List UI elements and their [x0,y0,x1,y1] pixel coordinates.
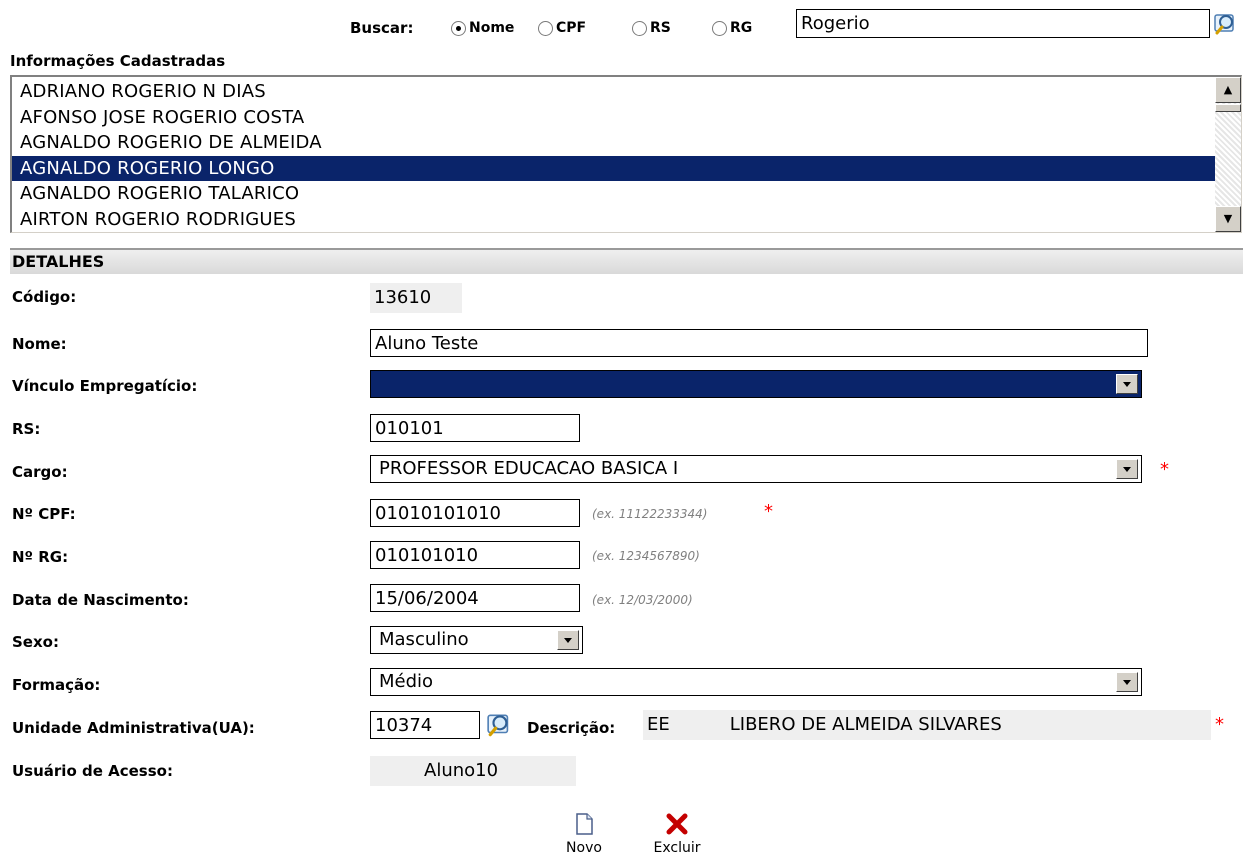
list-item[interactable]: AGNALDO ROGERIO DE ALMEIDA [12,130,1215,156]
radio-cpf[interactable] [538,21,553,36]
search-input[interactable] [796,9,1210,38]
formacao-select[interactable]: Médio [370,668,1142,696]
nome-input[interactable] [370,329,1148,357]
radio-cpf-label: CPF [556,20,587,36]
chevron-down-icon[interactable] [1116,672,1138,692]
cpf-hint: (ex. 11122233344) [592,507,708,521]
cargo-label: Cargo: [12,463,68,481]
list-item[interactable]: AIRTON ROGERIO RODRIGUES [12,207,1215,233]
required-asterisk: * [764,501,773,522]
formacao-value: Médio [379,671,434,692]
scroll-down-button[interactable]: ▼ [1215,206,1241,232]
usuario-label: Usuário de Acesso: [12,762,173,780]
rg-input[interactable] [370,541,580,569]
list-title: Informações Cadastradas [10,52,226,70]
rs-label: RS: [12,420,41,438]
list-item-selected[interactable]: AGNALDO ROGERIO LONGO [12,155,1215,181]
nome-label: Nome: [12,335,67,353]
list-item[interactable]: AGNALDO ROGERIO TALARICO [12,181,1215,207]
new-document-icon [576,813,593,835]
ua-input[interactable] [370,711,480,739]
list-item[interactable]: AFONSO JOSE ROGERIO COSTA [12,105,1215,131]
cargo-select[interactable]: PROFESSOR EDUCACAO BASICA I [370,455,1142,483]
sexo-select[interactable]: Masculino [370,626,583,654]
codigo-value: 13610 [370,283,462,313]
rg-hint: (ex. 1234567890) [592,549,700,563]
descricao-value: EE LIBERO DE ALMEIDA SILVARES [643,710,1211,740]
chevron-down-icon[interactable] [557,630,579,650]
rs-input[interactable] [370,414,580,442]
nascimento-label: Data de Nascimento: [12,591,189,609]
usuario-value: Aluno10 [370,756,576,786]
radio-nome-label: Nome [469,20,515,36]
search-icon[interactable] [1213,12,1241,36]
vinculo-select[interactable] [370,370,1142,398]
cpf-label: Nº CPF: [12,505,76,523]
scroll-up-button[interactable]: ▲ [1215,77,1241,103]
chevron-down-icon[interactable] [1116,459,1138,479]
cargo-value: PROFESSOR EDUCACAO BASICA I [379,458,679,479]
descricao-text: LIBERO DE ALMEIDA SILVARES [729,714,1002,735]
radio-nome[interactable] [451,21,466,36]
list-item[interactable]: ADRIANO ROGERIO N DIAS [12,79,1215,105]
radio-rg[interactable] [712,21,727,36]
required-asterisk: * [1215,714,1224,735]
formacao-label: Formação: [12,676,101,694]
excluir-button[interactable]: Excluir [636,812,718,856]
search-label: Buscar: [350,19,414,37]
details-header: DETALHES [10,248,1243,274]
chevron-down-icon[interactable] [1116,374,1138,394]
vinculo-label: Vínculo Empregatício: [12,377,198,395]
delete-x-icon [666,813,688,835]
novo-button[interactable]: Novo [558,812,610,856]
nascimento-input[interactable] [370,584,580,612]
radio-rs[interactable] [632,21,647,36]
sexo-label: Sexo: [12,633,59,651]
ua-label: Unidade Administrativa(UA): [12,719,255,737]
rg-label: Nº RG: [12,548,69,566]
descricao-prefix: EE [647,714,670,735]
cpf-input[interactable] [370,499,580,527]
novo-label: Novo [566,840,602,856]
radio-rs-label: RS [650,20,671,36]
scroll-thumb[interactable] [1215,104,1241,112]
excluir-label: Excluir [653,840,701,856]
codigo-label: Código: [12,288,77,306]
descricao-label: Descrição: [527,719,616,737]
sexo-value: Masculino [379,629,469,650]
nascimento-hint: (ex. 12/03/2000) [592,593,693,607]
radio-rg-label: RG [730,20,753,36]
search-icon[interactable] [486,712,516,738]
required-asterisk: * [1160,459,1169,480]
list-scrollbar[interactable]: ▲ ▼ [1215,77,1241,232]
records-listbox[interactable]: ADRIANO ROGERIO N DIAS AFONSO JOSE ROGER… [10,75,1242,233]
